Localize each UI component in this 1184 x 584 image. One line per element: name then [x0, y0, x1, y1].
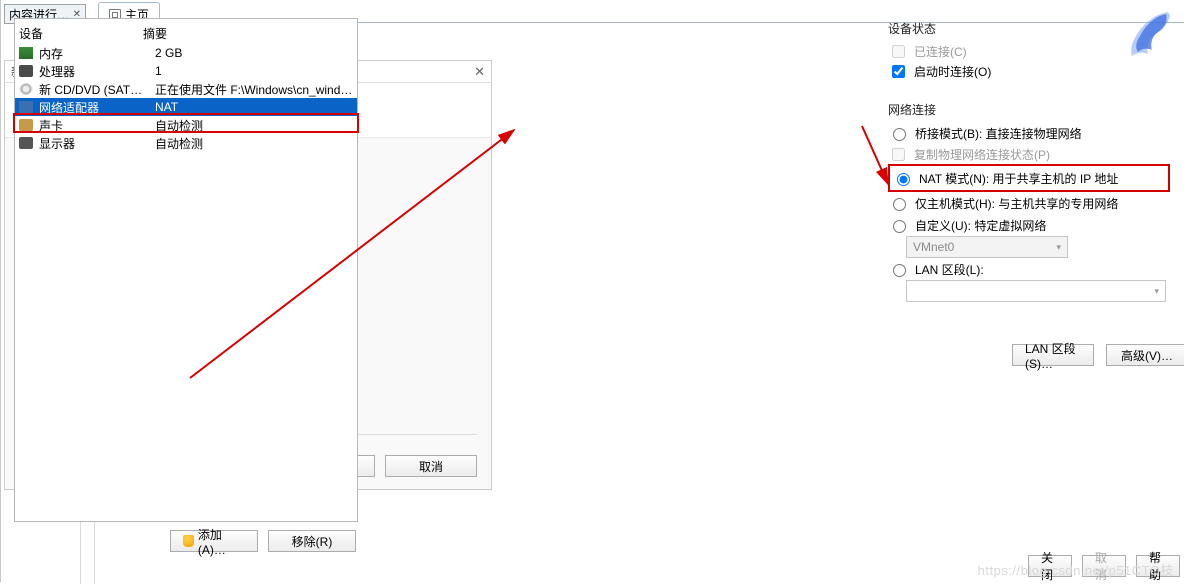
device-summary: 1 [155, 64, 353, 78]
col-device: 设备 [19, 25, 143, 42]
device-summary: NAT [155, 100, 353, 114]
remove-hardware-button[interactable]: 移除(R) [268, 530, 356, 552]
radio-icon [893, 264, 906, 277]
nat-highlight: NAT 模式(N): 用于共享主机的 IP 地址 [888, 164, 1170, 192]
bird-logo-icon [1116, 2, 1180, 66]
device-name: 显示器 [39, 135, 149, 152]
radio-lan-segment[interactable]: LAN 区段(L): [888, 258, 1170, 280]
device-name: 声卡 [39, 117, 149, 134]
lan-segment-dropdown[interactable]: ▾ [906, 280, 1166, 302]
shield-icon [183, 535, 194, 547]
device-icon [19, 83, 33, 95]
device-row[interactable]: 处理器 1 [15, 62, 357, 80]
device-row[interactable]: 声卡自动检测 [15, 116, 357, 134]
chevron-down-icon: ▾ [1154, 286, 1159, 297]
device-summary: 自动检测 [155, 117, 353, 134]
lan-segments-button[interactable]: LAN 区段(S)… [1012, 344, 1094, 366]
col-summary: 摘要 [143, 25, 353, 42]
checkbox-icon [892, 65, 905, 78]
device-name: 处理器 [39, 63, 149, 80]
device-summary: 正在使用文件 F:\Windows\cn_wind… [155, 81, 353, 98]
device-icon [19, 65, 33, 77]
device-name: 内存 [39, 45, 149, 62]
device-icon [19, 47, 33, 59]
radio-icon [897, 173, 910, 186]
close-icon[interactable]: ✕ [474, 64, 485, 80]
device-icon [19, 101, 33, 113]
replicate-phys-checkbox[interactable]: 复制物理网络连接状态(P) [888, 144, 1170, 164]
device-icon [19, 137, 33, 149]
device-icon [19, 119, 33, 131]
device-name: 新 CD/DVD (SAT… [39, 81, 149, 98]
chevron-down-icon: ▾ [1056, 242, 1061, 253]
network-connect-title: 网络连接 [888, 101, 1170, 118]
radio-icon [893, 220, 906, 233]
device-name: 网络适配器 [39, 99, 149, 116]
radio-custom[interactable]: 自定义(U): 特定虚拟网络 [888, 214, 1170, 236]
radio-nat[interactable]: NAT 模式(N): 用于共享主机的 IP 地址 [892, 167, 1166, 189]
device-row[interactable]: 显示器自动检测 [15, 134, 357, 152]
radio-bridged[interactable]: 桥接模式(B): 直接连接物理网络 [888, 122, 1170, 144]
device-row[interactable]: 内存 2 GB [15, 44, 357, 62]
watermark: https://blog.csdn.net/p51CTO技 [978, 560, 1174, 579]
device-row[interactable]: 网络适配器 NAT [15, 98, 357, 116]
add-hardware-button[interactable]: 添加(A)… [170, 530, 258, 552]
custom-vmnet-dropdown[interactable]: VMnet0▾ [888, 236, 1170, 258]
advanced-button[interactable]: 高级(V)… [1106, 344, 1184, 366]
vm-hardware-dialog: 设备 摘要 内存 2 GB 处理器 1 新 CD/DVD (SAT… 正在使用文件 F:\… [0, 0, 682, 582]
cancel-button[interactable]: 取消 [385, 455, 477, 477]
device-summary: 自动检测 [155, 135, 353, 152]
checkbox-icon [892, 45, 905, 58]
checkbox-icon [892, 148, 905, 161]
device-summary: 2 GB [155, 46, 353, 60]
radio-icon [893, 198, 906, 211]
radio-hostonly[interactable]: 仅主机模式(H): 与主机共享的专用网络 [888, 192, 1170, 214]
radio-icon [893, 128, 906, 141]
device-row[interactable]: 新 CD/DVD (SAT… 正在使用文件 F:\Windows\cn_wind… [15, 80, 357, 98]
